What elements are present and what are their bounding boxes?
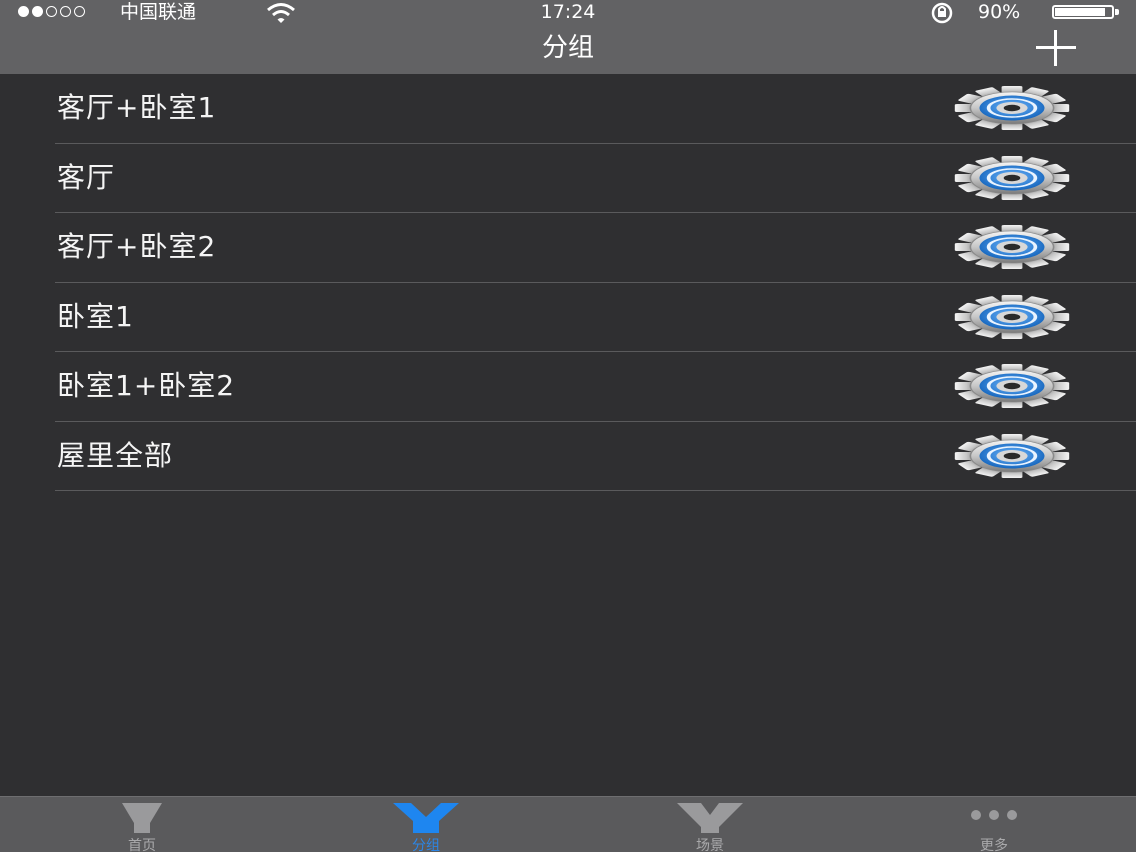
tab-label: 场景 bbox=[696, 838, 724, 852]
group-name: 客厅 bbox=[57, 160, 116, 194]
tab-bulb[interactable]: 首页 bbox=[42, 797, 242, 852]
status-bar: 中国联通 17:24 90% bbox=[0, 0, 1136, 26]
tab-label: 首页 bbox=[128, 838, 156, 852]
group-row[interactable]: 屋里全部 bbox=[0, 422, 1136, 492]
group-name: 客厅+卧室2 bbox=[57, 230, 217, 263]
group-name: 卧室1+卧室2 bbox=[57, 369, 236, 402]
group-list: 客厅+卧室1 客厅客厅+卧室2 卧室1 卧室1+卧室2 屋里全部 bbox=[0, 74, 1136, 491]
rotation-lock-icon bbox=[931, 2, 953, 24]
add-group-button[interactable] bbox=[1030, 30, 1082, 66]
group-row[interactable]: 卧室1 bbox=[0, 283, 1136, 353]
tab-group[interactable]: 分组 bbox=[326, 797, 526, 852]
gear-icon[interactable] bbox=[948, 154, 1076, 202]
battery-level bbox=[1055, 8, 1106, 16]
group-row[interactable]: 客厅+卧室2 bbox=[0, 213, 1136, 283]
status-time: 17:24 bbox=[540, 1, 596, 23]
battery-tip bbox=[1115, 9, 1119, 15]
group-row[interactable]: 客厅+卧室1 bbox=[0, 74, 1136, 144]
tab-more[interactable]: 更多 bbox=[894, 797, 1094, 852]
gear-icon[interactable] bbox=[948, 362, 1076, 410]
battery-percent: 90% bbox=[978, 1, 1021, 23]
group-icon bbox=[326, 801, 526, 835]
scene-icon bbox=[610, 801, 810, 835]
gear-icon[interactable] bbox=[948, 432, 1076, 480]
gear-icon[interactable] bbox=[948, 223, 1076, 271]
battery-icon bbox=[1052, 5, 1114, 19]
group-name: 客厅+卧室1 bbox=[57, 91, 217, 124]
navigation-bar: 中国联通 17:24 90% 分组 bbox=[0, 0, 1136, 74]
tab-bar: 首页 分组 场景 更多 bbox=[0, 796, 1136, 852]
group-row[interactable]: 客厅 bbox=[0, 144, 1136, 214]
tab-label: 更多 bbox=[980, 838, 1008, 852]
tab-label: 分组 bbox=[412, 838, 440, 852]
page-title: 分组 bbox=[541, 33, 594, 63]
bulb-icon bbox=[42, 801, 242, 835]
group-name: 卧室1 bbox=[57, 299, 134, 333]
more-icon bbox=[894, 801, 1094, 835]
gear-icon[interactable] bbox=[948, 293, 1076, 341]
tab-scene[interactable]: 场景 bbox=[610, 797, 810, 852]
group-name: 屋里全部 bbox=[57, 438, 174, 472]
gear-icon[interactable] bbox=[948, 84, 1076, 132]
group-row[interactable]: 卧室1+卧室2 bbox=[0, 352, 1136, 422]
